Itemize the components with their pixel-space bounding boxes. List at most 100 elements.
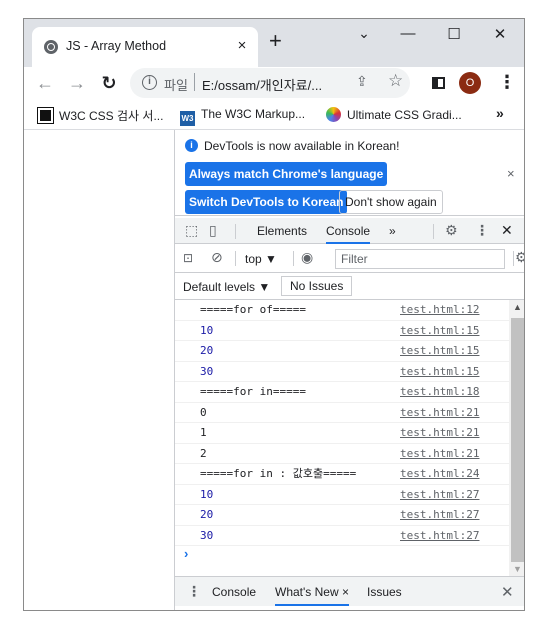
settings-gear-icon[interactable]: ⚙	[445, 222, 458, 239]
device-toolbar-icon[interactable]: ▯	[209, 222, 217, 239]
console-levels-bar: Default levels ▼ No Issues	[175, 273, 524, 300]
scroll-down-arrow-icon[interactable]: ▼	[513, 564, 522, 574]
console-log-row: 20 test.html:15	[175, 341, 509, 362]
log-source-link[interactable]: test.html:15	[400, 362, 479, 382]
console-log-row: 30 test.html:27	[175, 526, 509, 546]
forward-button[interactable]: →	[66, 72, 88, 94]
match-language-button[interactable]: Always match Chrome's language	[185, 162, 388, 186]
notice-text: DevTools is now available in Korean!	[204, 139, 400, 153]
log-source-link[interactable]: test.html:27	[400, 526, 479, 546]
scroll-thumb[interactable]	[511, 318, 524, 562]
console-prompt-icon[interactable]: ›	[184, 546, 188, 561]
drawer-tab-whats-new[interactable]: What's New ×	[275, 585, 349, 606]
language-notice: i DevTools is now available in Korean! A…	[175, 130, 524, 216]
clear-console-icon[interactable]: ⊘	[211, 249, 223, 266]
browser-tab[interactable]: JS - Array Method ×	[32, 27, 258, 67]
log-source-link[interactable]: test.html:27	[400, 505, 479, 525]
console-log-row: =====for in===== test.html:18	[175, 382, 509, 403]
console-toolbar: ⊡ ⊘ top ▼ ◉ Filter ⚙	[175, 245, 524, 273]
bookmark-w3c-css-validator[interactable]: W3C CSS 검사 서...	[37, 107, 163, 124]
console-log-row: 30 test.html:15	[175, 362, 509, 382]
log-source-link[interactable]: test.html:21	[400, 403, 479, 423]
log-message: 2	[200, 446, 207, 460]
browser-toolbar: ← → ↻ i 파일 E:/ossam/개인자료/... ⇪ ☆ O ⋮	[24, 67, 524, 101]
filter-input[interactable]: Filter	[335, 249, 505, 269]
log-message: 30	[200, 364, 214, 378]
console-log-row: 0 test.html:21	[175, 403, 509, 423]
switch-korean-button[interactable]: Switch DevTools to Korean	[185, 190, 348, 214]
log-source-link[interactable]: test.html:24	[400, 464, 479, 484]
log-source-link[interactable]: test.html:15	[400, 321, 479, 341]
gradient-favicon-icon	[326, 107, 341, 122]
devtools-panel: i DevTools is now available in Korean! A…	[174, 130, 524, 610]
console-log-row: =====for in : 값호출===== test.html:24	[175, 464, 509, 485]
log-source-link[interactable]: test.html:15	[400, 341, 479, 361]
log-message: 0	[200, 405, 207, 419]
info-icon[interactable]: i	[142, 75, 157, 90]
log-message: =====for in : 값호출=====	[200, 467, 357, 480]
no-issues-button[interactable]: No Issues	[281, 276, 353, 296]
notice-close-icon[interactable]: ×	[507, 166, 515, 181]
console-log-row: 20 test.html:27	[175, 505, 509, 526]
tab-close-icon[interactable]: ×	[234, 37, 250, 54]
console-log-row: 10 test.html:27	[175, 485, 509, 505]
drawer-tab-console[interactable]: Console	[212, 585, 256, 599]
log-source-link[interactable]: test.html:12	[400, 300, 479, 320]
inspect-element-icon[interactable]: ⬚	[185, 222, 198, 239]
tab-elements[interactable]: Elements	[257, 224, 307, 238]
window-close-button[interactable]: ✕	[490, 25, 510, 43]
maximize-button[interactable]: ☐	[444, 25, 464, 43]
console-log-row: 10 test.html:15	[175, 321, 509, 341]
tab-console[interactable]: Console	[326, 224, 371, 244]
sidebar-toggle-icon[interactable]: ⊡	[183, 251, 193, 265]
bookmark-star-icon[interactable]: ☆	[388, 71, 403, 91]
console-scrollbar[interactable]: ▲ ▼	[509, 300, 524, 576]
context-select[interactable]: top ▼	[245, 252, 277, 266]
tab-search-chevron-icon[interactable]: ⌄	[354, 25, 374, 42]
bookmark-w3c-markup[interactable]: W3 The W3C Markup...	[180, 107, 305, 126]
log-message: 1	[200, 426, 207, 439]
devtools-menu-icon[interactable]: ⋮	[475, 222, 489, 239]
url-text[interactable]: E:/ossam/개인자료/...	[202, 75, 322, 94]
url-scheme: 파일	[164, 78, 188, 93]
log-message: 10	[200, 487, 214, 501]
globe-icon	[44, 40, 58, 54]
w3c-favicon-icon: W3	[180, 111, 195, 126]
new-tab-button[interactable]: +	[269, 30, 282, 52]
console-output: =====for of===== test.html:12 10 test.html:…	[175, 300, 509, 576]
scroll-up-arrow-icon[interactable]: ▲	[513, 302, 522, 312]
chrome-menu-icon[interactable]: ⋮	[498, 72, 516, 92]
log-message: 30	[200, 528, 214, 542]
side-panel-icon[interactable]	[432, 77, 445, 89]
console-log-row: 2 test.html:21	[175, 444, 509, 464]
whats-new-close-icon[interactable]: ×	[342, 585, 349, 599]
title-bar: JS - Array Method × + ⌄ — ☐ ✕	[24, 19, 524, 67]
tab-title: JS - Array Method	[66, 39, 167, 53]
devtools-drawer: ⋮ Console What's New × Issues ✕	[175, 576, 524, 606]
address-bar[interactable]: i 파일 E:/ossam/개인자료/...	[130, 68, 410, 98]
console-settings-gear-icon[interactable]: ⚙	[515, 249, 524, 266]
log-source-link[interactable]: test.html:21	[400, 423, 479, 443]
log-message: =====for in=====	[200, 385, 306, 398]
minimize-button[interactable]: —	[398, 25, 418, 42]
drawer-menu-icon[interactable]: ⋮	[187, 583, 201, 600]
dont-show-again-button[interactable]: Don't show again	[339, 190, 443, 214]
log-source-link[interactable]: test.html:21	[400, 444, 479, 464]
devtools-close-icon[interactable]: ✕	[501, 222, 513, 239]
tabs-more-icon[interactable]: »	[389, 224, 396, 238]
bookmarks-more-icon[interactable]: »	[496, 105, 504, 121]
default-levels-dropdown[interactable]: Default levels ▼	[183, 280, 270, 294]
profile-avatar[interactable]: O	[459, 72, 481, 94]
back-button[interactable]: ←	[34, 72, 56, 94]
share-icon[interactable]: ⇪	[356, 73, 368, 90]
log-source-link[interactable]: test.html:18	[400, 382, 479, 402]
bookmark-css-gradient[interactable]: Ultimate CSS Gradi...	[326, 107, 462, 122]
bookmarks-bar: W3C CSS 검사 서... W3 The W3C Markup... Ulti…	[24, 101, 524, 130]
url-divider	[194, 73, 195, 91]
log-message: 20	[200, 344, 214, 357]
drawer-tab-issues[interactable]: Issues	[367, 585, 402, 599]
drawer-close-icon[interactable]: ✕	[501, 583, 514, 601]
log-source-link[interactable]: test.html:27	[400, 485, 479, 505]
reload-button[interactable]: ↻	[98, 72, 120, 94]
live-expression-eye-icon[interactable]: ◉	[301, 249, 313, 266]
